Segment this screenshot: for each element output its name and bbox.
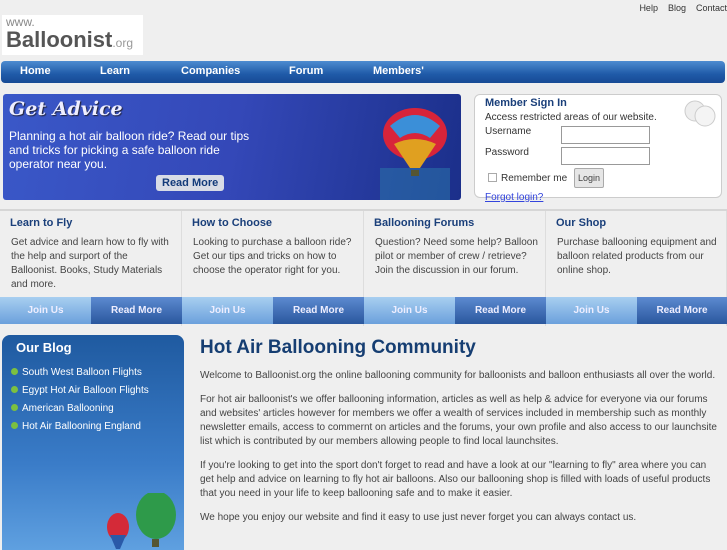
- feature-text: Purchase ballooning equipment and balloo…: [557, 237, 717, 276]
- feature-text: Get advice and learn how to fly with the…: [11, 237, 169, 290]
- blog-link[interactable]: Blog: [668, 3, 686, 13]
- feature-learn-to-fly: Learn to Fly Get advice and learn how to …: [0, 211, 182, 326]
- learning-paragraph: If you're looking to get into the sport …: [200, 460, 711, 499]
- checkbox-icon[interactable]: [488, 173, 497, 182]
- feature-how-to-choose: How to Choose Looking to purchase a ballo…: [182, 211, 364, 326]
- blog-item-label[interactable]: Hot Air Ballooning England: [22, 421, 141, 432]
- blog-sidebar: Our Blog South West Balloon Flights Egyp…: [2, 335, 184, 550]
- logo-name-wrap: Balloonist.org: [6, 28, 139, 55]
- feature-row: Learn to Fly Get advice and learn how to …: [0, 209, 727, 326]
- join-us-button[interactable]: Join Us: [0, 297, 91, 324]
- nav-learn[interactable]: Learn: [100, 65, 130, 77]
- speech-bubbles-icon: [684, 100, 716, 127]
- blog-item-label[interactable]: American Ballooning: [22, 403, 114, 414]
- read-more-button[interactable]: Read More: [91, 297, 182, 324]
- feature-text: Question? Need some help? Balloon pilot …: [375, 237, 538, 276]
- feature-title: Our Shop: [556, 217, 607, 229]
- bullet-icon: [11, 422, 18, 429]
- feature-title: Learn to Fly: [10, 217, 73, 229]
- feature-title: How to Choose: [192, 217, 273, 229]
- blog-title: Our Blog: [16, 340, 72, 355]
- join-us-button[interactable]: Join Us: [364, 297, 455, 324]
- get-advice-banner: Get Advice Planning a hot air balloon ri…: [3, 94, 461, 200]
- remember-me-checkbox[interactable]: Remember me: [488, 173, 567, 184]
- bullet-icon: [11, 386, 18, 393]
- password-input[interactable]: [561, 147, 650, 165]
- contact-link[interactable]: Contact: [696, 3, 727, 13]
- join-us-button[interactable]: Join Us: [546, 297, 637, 324]
- closing-paragraph: We hope you enjoy our website and find i…: [200, 512, 637, 523]
- blog-item-label[interactable]: Egypt Hot Air Balloon Flights: [22, 385, 149, 396]
- read-more-button[interactable]: Read More: [637, 297, 727, 324]
- bullet-icon: [11, 368, 18, 375]
- banner-title: Get Advice: [9, 98, 123, 120]
- blog-item[interactable]: Hot Air Ballooning England: [11, 421, 149, 439]
- read-more-button[interactable]: Read More: [455, 297, 546, 324]
- logo-tld: .org: [112, 36, 134, 50]
- forgot-login-link[interactable]: Forgot login?: [485, 192, 543, 203]
- banner-read-more-button[interactable]: Read More: [156, 175, 225, 191]
- username-input[interactable]: [561, 126, 650, 144]
- balloons-image: [107, 493, 176, 549]
- join-us-button[interactable]: Join Us: [182, 297, 273, 324]
- banner-text: Planning a hot air balloon ride? Read ou…: [9, 129, 250, 171]
- login-button[interactable]: Login: [574, 168, 605, 188]
- feature-forums: Ballooning Forums Question? Need some hel…: [364, 211, 546, 326]
- help-link[interactable]: Help: [639, 3, 658, 13]
- nav-members[interactable]: Members': [373, 65, 424, 77]
- password-label: Password: [485, 147, 529, 158]
- blog-item[interactable]: Egypt Hot Air Balloon Flights: [11, 385, 149, 403]
- remember-label: Remember me: [501, 173, 568, 184]
- username-label: Username: [485, 126, 532, 137]
- page-title: Hot Air Ballooning Community: [200, 337, 476, 358]
- read-more-button[interactable]: Read More: [273, 297, 364, 324]
- feature-title: Ballooning Forums: [374, 217, 475, 229]
- bullet-icon: [11, 404, 18, 411]
- blog-item[interactable]: South West Balloon Flights: [11, 367, 149, 385]
- intro-paragraph: Welcome to Balloonist.org the online bal…: [200, 370, 716, 381]
- nav-forum[interactable]: Forum: [289, 65, 323, 77]
- blog-list: South West Balloon Flights Egypt Hot Air…: [11, 367, 149, 439]
- nav-companies[interactable]: Companies: [181, 65, 240, 77]
- nav-home[interactable]: Home: [20, 65, 51, 77]
- services-paragraph: For hot air balloonist's we offer balloo…: [200, 394, 717, 447]
- signin-title: Member Sign In: [485, 97, 567, 109]
- site-logo[interactable]: www. Balloonist.org: [2, 15, 143, 55]
- balloon-image: [380, 108, 450, 200]
- feature-shop: Our Shop Purchase ballooning equipment an…: [546, 211, 727, 326]
- top-links: Help Blog Contact: [629, 3, 727, 13]
- blog-item-label[interactable]: South West Balloon Flights: [22, 367, 142, 378]
- member-signin-box: Member Sign In Access restricted areas o…: [474, 94, 722, 198]
- signin-subtitle: Access restricted areas of our website.: [485, 112, 657, 123]
- main-nav: Home Learn Companies Forum Members': [1, 61, 725, 83]
- feature-text: Looking to purchase a balloon ride? Get …: [193, 237, 352, 276]
- logo-name: Balloonist: [6, 27, 113, 52]
- main-content: Hot Air Ballooning Community Welcome to …: [200, 337, 722, 535]
- blog-item[interactable]: American Ballooning: [11, 403, 149, 421]
